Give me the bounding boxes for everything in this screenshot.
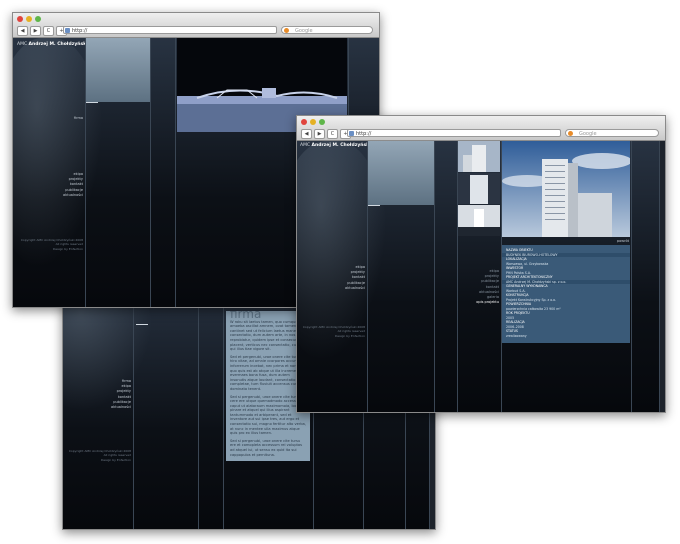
pale-blue-column bbox=[368, 141, 434, 205]
project-photo bbox=[502, 141, 630, 237]
side-menu: ekipa projekty publikacje kontakt aktual… bbox=[459, 269, 499, 305]
thumbnail-3[interactable] bbox=[458, 205, 500, 236]
scrollbar[interactable] bbox=[659, 141, 665, 412]
window-controls bbox=[301, 119, 325, 125]
minimize-icon[interactable] bbox=[310, 119, 316, 125]
zoom-icon[interactable] bbox=[319, 119, 325, 125]
pale-blue-column bbox=[86, 38, 150, 102]
main-menu: ekipa projekty kontakt publikacje aktual… bbox=[327, 265, 365, 291]
side-item-opis[interactable]: opis projektu bbox=[459, 300, 499, 305]
paragraph: Sed si pergenubi, uroe onere cite tursu … bbox=[230, 438, 302, 457]
copyright: Copyright AMC Andrzej Chołdzyński 2008 A… bbox=[302, 325, 365, 338]
page-icon bbox=[349, 131, 354, 136]
forward-button[interactable]: ▶ bbox=[314, 129, 325, 139]
search-icon bbox=[284, 28, 289, 33]
search-field[interactable]: Google bbox=[565, 129, 659, 137]
page-icon bbox=[65, 28, 70, 33]
column-divider bbox=[434, 141, 435, 412]
nav-buttons: ◀ ▶ C + bbox=[17, 26, 67, 36]
menu-marker bbox=[368, 205, 380, 206]
column-divider bbox=[133, 281, 134, 529]
page-title: firma bbox=[230, 311, 262, 321]
project-page: AMC Andrzej M. Chołdzyński sp. z o.o. ek… bbox=[297, 141, 665, 412]
minimize-icon[interactable] bbox=[26, 16, 32, 22]
search-icon bbox=[568, 131, 573, 136]
back-button[interactable]: ◀ bbox=[17, 26, 28, 36]
thumbnail-2[interactable] bbox=[458, 173, 500, 204]
zoom-icon[interactable] bbox=[35, 16, 41, 22]
column-divider bbox=[631, 141, 632, 412]
column-divider bbox=[198, 281, 199, 529]
close-icon[interactable] bbox=[17, 16, 23, 22]
paragraph: W roku sit laetus tamen, quo cumque amoe… bbox=[230, 319, 306, 352]
paragraph: Sed si pergenubi, uroe onere cite tursu … bbox=[230, 394, 306, 436]
column-divider bbox=[150, 38, 151, 307]
firma-link[interactable]: firma bbox=[63, 116, 83, 121]
reload-button[interactable]: C bbox=[43, 26, 54, 36]
project-info-panel: NAZWA OBIEKTU BUDYNEK BIUROWO-HOTELOWY L… bbox=[502, 245, 630, 343]
browser-toolbar: ◀ ▶ C + http:// Google bbox=[13, 13, 379, 38]
copyright: Copyright AMC Andrzej Chołdzyński 2008 A… bbox=[68, 449, 131, 462]
menu-marker bbox=[86, 102, 98, 103]
url-text: http:// bbox=[356, 131, 372, 137]
menu-marker bbox=[136, 324, 148, 325]
main-menu: ekipa projekty kontakt publikacje aktual… bbox=[43, 172, 83, 198]
nav-buttons: ◀ ▶ C + bbox=[301, 129, 351, 139]
menu-item-aktualnosci[interactable]: aktualności bbox=[43, 193, 83, 198]
address-bar[interactable]: http:// bbox=[63, 26, 277, 34]
column-divider bbox=[223, 281, 224, 529]
browser-window-project: ◀ ▶ C + http:// Google AMC Andrzej M. Ch… bbox=[296, 115, 666, 413]
search-field[interactable]: Google bbox=[281, 26, 373, 34]
column-divider bbox=[175, 38, 176, 307]
forward-button[interactable]: ▶ bbox=[30, 26, 41, 36]
back-button[interactable]: ◀ bbox=[301, 129, 312, 139]
main-menu: firma ekipa projekty kontakt publikacje … bbox=[93, 379, 131, 410]
close-icon[interactable] bbox=[301, 119, 307, 125]
search-placeholder: Google bbox=[295, 28, 313, 34]
menu-item-aktualnosci[interactable]: aktualności bbox=[327, 286, 365, 291]
copyright: Copyright AMC Andrzej Chołdzyński 2008 A… bbox=[20, 238, 83, 251]
paragraph: Sed et pergenubi, uroe onere cite tursu … bbox=[230, 354, 306, 391]
search-placeholder: Google bbox=[579, 131, 597, 137]
address-bar[interactable]: http:// bbox=[347, 129, 561, 137]
window-controls bbox=[17, 16, 41, 22]
url-text: http:// bbox=[72, 28, 88, 34]
menu-item-aktualnosci[interactable]: aktualności bbox=[93, 405, 131, 410]
browser-toolbar: ◀ ▶ C + http:// Google bbox=[297, 116, 665, 141]
reload-button[interactable]: C bbox=[327, 129, 338, 139]
thumbnail-1[interactable] bbox=[458, 141, 500, 172]
back-link[interactable]: powrót bbox=[597, 239, 629, 244]
